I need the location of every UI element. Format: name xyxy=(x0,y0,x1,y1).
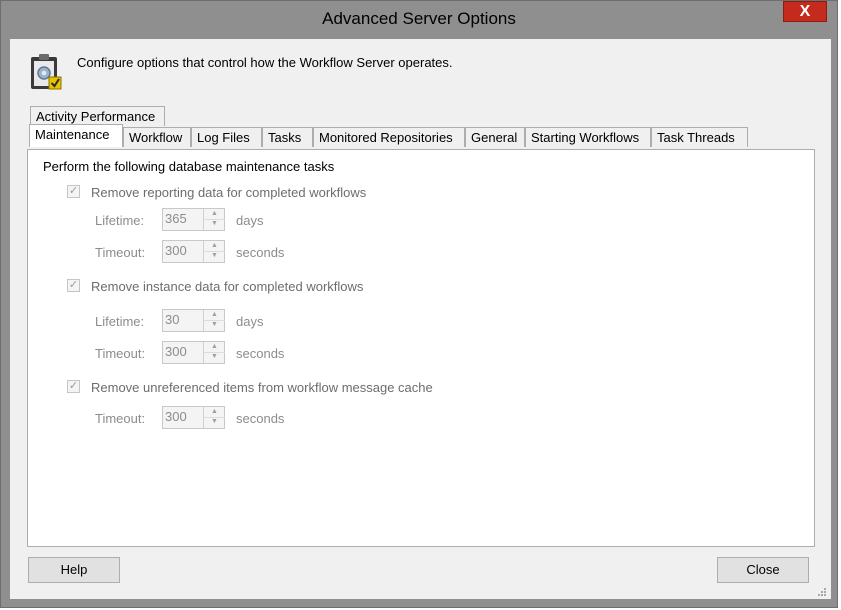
title-bar[interactable]: Advanced Server Options X xyxy=(1,1,837,39)
reporting-timeout-stepper[interactable]: 300 ▲ ▼ xyxy=(162,240,225,263)
message-cache-label: Remove unreferenced items from workflow … xyxy=(91,380,433,395)
spin-down-icon[interactable]: ▼ xyxy=(204,219,225,229)
instance-lifetime-value[interactable]: 30 xyxy=(165,312,179,327)
instance-timeout-value[interactable]: 300 xyxy=(165,344,187,359)
instance-lifetime-label: Lifetime: xyxy=(95,314,145,329)
reporting-lifetime-label: Lifetime: xyxy=(95,213,145,228)
tab-workflow[interactable]: Workflow xyxy=(123,127,191,147)
instance-timeout-label: Timeout: xyxy=(95,346,146,361)
maintenance-panel: Perform the following database maintenan… xyxy=(27,149,815,547)
spin-down-icon[interactable]: ▼ xyxy=(204,320,225,330)
dialog-body: Configure options that control how the W… xyxy=(10,39,831,599)
instance-timeout-stepper[interactable]: 300 ▲ ▼ xyxy=(162,341,225,364)
instance-lifetime-stepper[interactable]: 30 ▲ ▼ xyxy=(162,309,225,332)
message-cache-checkbox[interactable]: ✓ xyxy=(67,380,80,393)
tab-maintenance[interactable]: Maintenance xyxy=(29,124,123,147)
tab-starting-workflows[interactable]: Starting Workflows xyxy=(525,127,651,147)
tab-general[interactable]: General xyxy=(465,127,525,147)
window-title: Advanced Server Options xyxy=(322,9,516,28)
instance-timeout-unit: seconds xyxy=(236,346,285,361)
tab-task-threads[interactable]: Task Threads xyxy=(651,127,748,147)
spin-down-icon[interactable]: ▼ xyxy=(204,417,225,427)
instance-data-checkbox[interactable]: ✓ xyxy=(67,279,80,292)
resize-grip-icon[interactable] xyxy=(817,585,827,596)
tab-tasks[interactable]: Tasks xyxy=(262,127,313,147)
cache-timeout-stepper[interactable]: 300 ▲ ▼ xyxy=(162,406,225,429)
cache-timeout-unit: seconds xyxy=(236,411,285,426)
reporting-lifetime-stepper[interactable]: 365 ▲ ▼ xyxy=(162,208,225,231)
tab-monitored-repositories[interactable]: Monitored Repositories xyxy=(313,127,465,147)
reporting-lifetime-value[interactable]: 365 xyxy=(165,211,187,226)
reporting-timeout-value[interactable]: 300 xyxy=(165,243,187,258)
spin-down-icon[interactable]: ▼ xyxy=(204,251,225,261)
reporting-timeout-unit: seconds xyxy=(236,245,285,260)
reporting-data-checkbox[interactable]: ✓ xyxy=(67,185,80,198)
reporting-lifetime-unit: days xyxy=(236,213,264,228)
settings-clipboard-icon xyxy=(29,53,63,91)
spin-down-icon[interactable]: ▼ xyxy=(204,352,225,362)
help-button[interactable]: Help xyxy=(28,557,120,583)
instance-data-label: Remove instance data for completed workf… xyxy=(91,279,364,294)
instance-lifetime-unit: days xyxy=(236,314,264,329)
close-window-button[interactable]: X xyxy=(783,1,827,22)
dialog-window: Advanced Server Options X Configure opti… xyxy=(0,0,838,608)
cache-timeout-value[interactable]: 300 xyxy=(165,409,187,424)
close-button[interactable]: Close xyxy=(717,557,809,583)
tab-activity-performance[interactable]: Activity Performance xyxy=(30,106,165,126)
tab-log-files[interactable]: Log Files xyxy=(191,127,262,147)
cache-timeout-label: Timeout: xyxy=(95,411,146,426)
reporting-timeout-label: Timeout: xyxy=(95,245,146,260)
header-description: Configure options that control how the W… xyxy=(77,55,453,70)
reporting-data-label: Remove reporting data for completed work… xyxy=(91,185,367,200)
section-title: Perform the following database maintenan… xyxy=(43,159,335,174)
